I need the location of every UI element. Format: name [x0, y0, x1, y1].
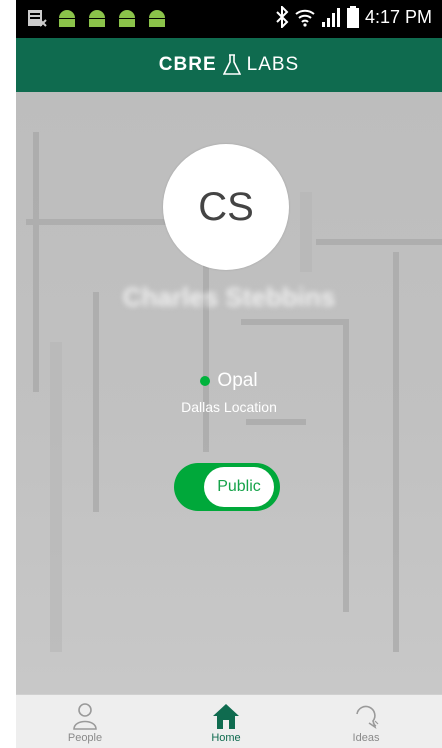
status-left-icons: [26, 8, 168, 28]
android-icon: [89, 10, 105, 27]
avatar[interactable]: CS: [163, 144, 289, 270]
home-icon: [213, 704, 239, 729]
battery-icon: [346, 6, 359, 28]
status-right-icons: 4:17 PM: [275, 6, 432, 28]
bluetooth-icon: [276, 6, 289, 28]
status-row: Opal: [16, 370, 442, 392]
profile-name: Charles Stebbins: [122, 282, 336, 312]
toggle-knob[interactable]: Public: [204, 467, 274, 507]
notification-icon: [28, 10, 47, 27]
location-label: Dallas Location: [181, 399, 277, 415]
app-header: CBRE LABS: [16, 38, 442, 92]
profile-content: CS Charles Stebbins Opal Dallas Location…: [16, 92, 442, 694]
bottom-nav: People Home Ideas: [16, 694, 442, 748]
nav-people-label: People: [67, 732, 103, 744]
brand-logo-text: CBRE: [158, 54, 217, 75]
toggle-label: Public: [217, 478, 261, 495]
android-icon: [59, 10, 75, 27]
signal-icon: [321, 8, 340, 27]
visibility-toggle[interactable]: Public: [174, 463, 280, 511]
nav-people[interactable]: People: [35, 695, 135, 748]
phone-screen: 4:17 PM CBRE LABS CS Charles Stebbins Op…: [16, 0, 442, 748]
flask-icon: [222, 54, 241, 75]
nav-ideas[interactable]: Ideas: [316, 695, 416, 748]
lightbulb-icon: [356, 705, 379, 729]
android-icon: [119, 10, 135, 27]
nav-home[interactable]: Home: [176, 695, 276, 748]
status-bar: 4:17 PM: [16, 0, 442, 38]
avatar-initials: CS: [198, 184, 254, 229]
android-icon: [149, 10, 165, 27]
status-indicator-dot: [200, 376, 211, 386]
nav-home-label: Home: [211, 732, 241, 744]
status-label: Opal: [217, 370, 258, 391]
person-icon: [73, 703, 97, 730]
nav-ideas-label: Ideas: [352, 732, 380, 744]
status-time: 4:17 PM: [364, 6, 432, 27]
wifi-icon: [295, 9, 315, 27]
brand-labs-text: LABS: [246, 54, 300, 75]
